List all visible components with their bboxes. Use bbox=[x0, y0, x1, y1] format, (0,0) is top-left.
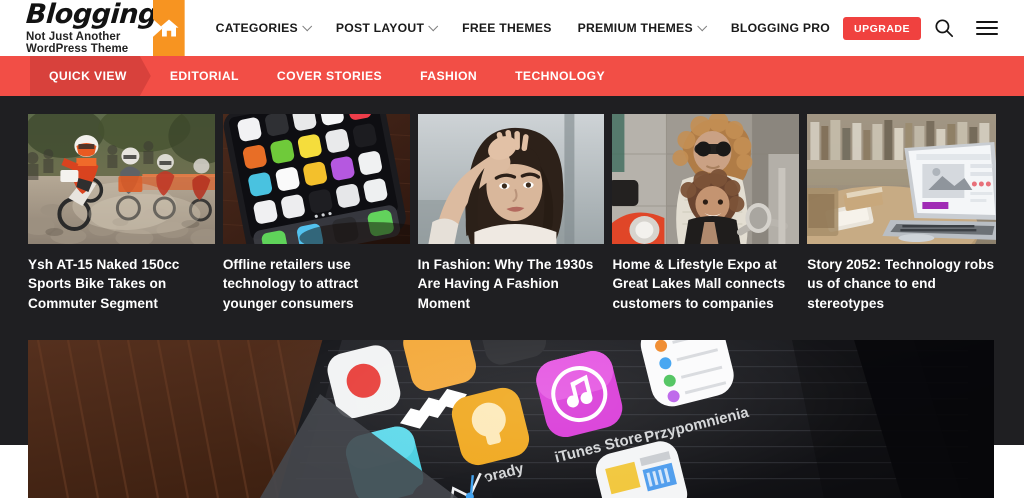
quick-view-card[interactable]: In Fashion: Why The 1930s Are Having A F… bbox=[417, 114, 605, 326]
card-title: Home & Lifestyle Expo at Great Lakes Mal… bbox=[612, 257, 786, 311]
nav-label: POST LAYOUT bbox=[335, 21, 425, 35]
search-icon[interactable] bbox=[934, 18, 954, 38]
subnav-item-quick-view[interactable]: QUICK VIEW bbox=[30, 56, 151, 96]
site-header: Blogging Not Just Another WordPress Them… bbox=[0, 0, 1024, 56]
nav-item-categories[interactable]: CATEGORIES bbox=[203, 0, 323, 56]
chevron-down-icon bbox=[697, 20, 707, 31]
home-button[interactable] bbox=[152, 0, 185, 56]
chevron-down-icon bbox=[428, 20, 439, 31]
site-branding[interactable]: Blogging Not Just Another WordPress Them… bbox=[0, 0, 158, 56]
nav-item-free-themes[interactable]: FREE THEMES bbox=[449, 0, 564, 56]
upgrade-button[interactable]: UPGRADE bbox=[842, 16, 921, 40]
site-title: Blogging bbox=[24, 0, 158, 31]
header-actions bbox=[934, 0, 1024, 56]
card-title: Offline retailers use technology to attr… bbox=[222, 257, 359, 311]
card-thumbnail-scooter bbox=[612, 114, 800, 244]
quick-view-card[interactable]: Ysh AT-15 Naked 150cc Sports Bike Takes … bbox=[28, 114, 215, 326]
subnav-item-cover-stories[interactable]: COVER STORIES bbox=[258, 56, 401, 96]
category-navigation: QUICK VIEW EDITORIAL COVER STORIES FASHI… bbox=[0, 56, 1024, 96]
subnav-item-fashion[interactable]: FASHION bbox=[401, 56, 496, 96]
quick-view-section: Ysh AT-15 Naked 150cc Sports Bike Takes … bbox=[0, 96, 1024, 498]
card-thumbnail-smartphone bbox=[222, 114, 410, 244]
card-thumbnail-motocross bbox=[28, 114, 215, 244]
hero-featured-image[interactable]: Wideo Porady iTunes Store bbox=[28, 340, 994, 498]
card-title: Story 2052: Technology robs us of chance… bbox=[807, 257, 995, 311]
card-title: Ysh AT-15 Naked 150cc Sports Bike Takes … bbox=[28, 257, 180, 311]
site-tagline: Not Just Another WordPress Theme bbox=[26, 30, 129, 55]
nav-item-blogging-pro[interactable]: BLOGGING PRO UPGRADE bbox=[718, 0, 934, 56]
primary-navigation: CATEGORIES POST LAYOUT FREE THEMES PREMI… bbox=[185, 0, 934, 56]
home-icon bbox=[158, 18, 180, 38]
card-thumbnail-portrait bbox=[417, 114, 605, 244]
nav-item-premium-themes[interactable]: PREMIUM THEMES bbox=[565, 0, 718, 56]
subnav-item-technology[interactable]: TECHNOLOGY bbox=[496, 56, 624, 96]
quick-view-card[interactable]: Offline retailers use technology to attr… bbox=[222, 114, 410, 326]
card-title: In Fashion: Why The 1930s Are Having A F… bbox=[417, 257, 594, 311]
card-thumbnail-laptop bbox=[807, 114, 996, 244]
nav-item-post-layout[interactable]: POST LAYOUT bbox=[323, 0, 449, 56]
subnav-item-editorial[interactable]: EDITORIAL bbox=[151, 56, 258, 96]
quick-view-card[interactable]: Home & Lifestyle Expo at Great Lakes Mal… bbox=[612, 114, 800, 326]
nav-label: FREE THEMES bbox=[462, 21, 552, 35]
nav-label: PREMIUM THEMES bbox=[577, 21, 693, 35]
quick-view-card-list: Ysh AT-15 Naked 150cc Sports Bike Takes … bbox=[28, 114, 996, 326]
hamburger-menu-icon[interactable] bbox=[976, 20, 998, 36]
quick-view-card[interactable]: Story 2052: Technology robs us of chance… bbox=[807, 114, 996, 326]
chevron-down-icon bbox=[302, 20, 313, 31]
nav-label: BLOGGING PRO bbox=[730, 21, 830, 35]
nav-label: CATEGORIES bbox=[215, 21, 298, 35]
